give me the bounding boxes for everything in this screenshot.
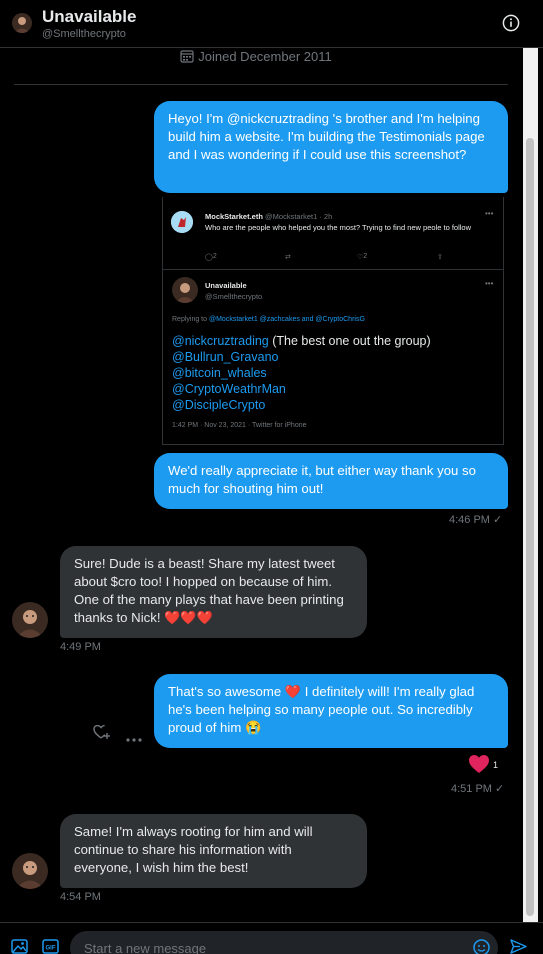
send-icon[interactable] xyxy=(510,939,527,954)
scrollbar-thumb[interactable] xyxy=(526,138,534,916)
retweet-icon: ⇄ xyxy=(285,254,291,261)
message-timestamp: 4:46 PM ✓ xyxy=(449,514,503,526)
like-icon: ♡ 2 xyxy=(357,253,368,261)
message-text: Same! I'm always rooting for him and wil… xyxy=(74,824,313,875)
conversation-header: Unavailable @Smellthecrypto xyxy=(0,0,543,48)
message-bubble-sent[interactable]: Heyo! I'm @nickcruztrading 's brother an… xyxy=(154,101,508,193)
heart-emoji: ❤️ xyxy=(284,684,302,699)
heart-reaction-icon[interactable] xyxy=(468,754,490,779)
info-circle-icon[interactable] xyxy=(502,14,520,32)
embedded-parent-name: MockStarket.eth @Mockstarket1 · 2h xyxy=(205,212,333,221)
message-bubble-sent[interactable]: That's so awesome ❤️ I definitely will! … xyxy=(154,674,508,748)
contact-name[interactable]: Unavailable xyxy=(42,7,137,27)
share-icon: ⇧ xyxy=(437,254,443,261)
conversation-scrollbar[interactable] xyxy=(523,48,538,922)
mention-link: @CryptoWeathrMan xyxy=(172,382,286,396)
embedded-reply-avatar xyxy=(172,277,198,303)
message-input[interactable] xyxy=(70,931,498,954)
embedded-reply-name: Unavailable xyxy=(205,281,247,290)
joined-date: Joined December 2011 xyxy=(0,49,512,64)
embedded-parent-avatar xyxy=(171,211,193,233)
message-text: Heyo! I'm @nickcruztrading 's brother an… xyxy=(168,111,485,162)
message-timestamp: 4:54 PM xyxy=(60,891,101,903)
profile-divider xyxy=(14,84,508,85)
reaction-count: 1 xyxy=(493,760,499,770)
message-image-tweet-screenshot[interactable]: MockStarket.eth @Mockstarket1 · 2h ••• W… xyxy=(162,197,504,445)
message-bubble-received[interactable]: Sure! Dude is a beast! Share my latest t… xyxy=(60,546,367,638)
message-text: That's so awesome xyxy=(168,684,285,699)
message-timestamp: 4:51 PM ✓ xyxy=(451,783,505,795)
emoji-icon[interactable] xyxy=(473,939,490,954)
embedded-reply-text: @nickcruztrading (The best one out the g… xyxy=(172,334,431,412)
gif-icon[interactable]: GIF xyxy=(42,939,59,954)
calendar-icon xyxy=(180,50,194,63)
mention-link: @Bullrun_Gravano xyxy=(172,350,279,364)
composer-divider xyxy=(0,922,543,923)
hearts-emoji: ❤️❤️❤️ xyxy=(164,610,213,625)
sender-avatar[interactable] xyxy=(12,853,48,889)
contact-handle: @Smellthecrypto xyxy=(42,28,126,40)
embedded-reply-date: 1:42 PM · Nov 23, 2021 · Twitter for iPh… xyxy=(172,422,307,429)
more-dots-icon: ••• xyxy=(485,209,494,218)
message-text: We'd really appreciate it, but either wa… xyxy=(168,463,476,496)
embedded-reply-handle: @Smellthecrypto xyxy=(205,292,263,301)
embedded-divider xyxy=(163,269,503,270)
header-avatar[interactable] xyxy=(12,13,32,33)
embedded-parent-text: Who are the people who helped you the mo… xyxy=(205,223,471,232)
joined-text: Joined December 2011 xyxy=(198,49,332,64)
reply-icon: ◯ 2 xyxy=(205,253,217,261)
sender-avatar[interactable] xyxy=(12,602,48,638)
embedded-replying-to: Replying to @Mockstarket1 @zachcakes and… xyxy=(172,316,365,323)
message-bubble-sent[interactable]: We'd really appreciate it, but either wa… xyxy=(154,453,508,509)
mention-link: @DiscipleCrypto xyxy=(172,398,266,412)
mention-link: @bitcoin_whales xyxy=(172,366,267,380)
message-bubble-received[interactable]: Same! I'm always rooting for him and wil… xyxy=(60,814,367,888)
svg-text:GIF: GIF xyxy=(46,946,56,952)
more-dots-icon: ••• xyxy=(485,279,494,288)
add-reaction-icon[interactable] xyxy=(93,724,110,745)
more-options-icon[interactable] xyxy=(126,729,142,747)
message-timestamp: 4:49 PM xyxy=(60,641,101,653)
crying-emoji: 😭 xyxy=(244,720,262,735)
image-icon[interactable] xyxy=(11,939,28,954)
